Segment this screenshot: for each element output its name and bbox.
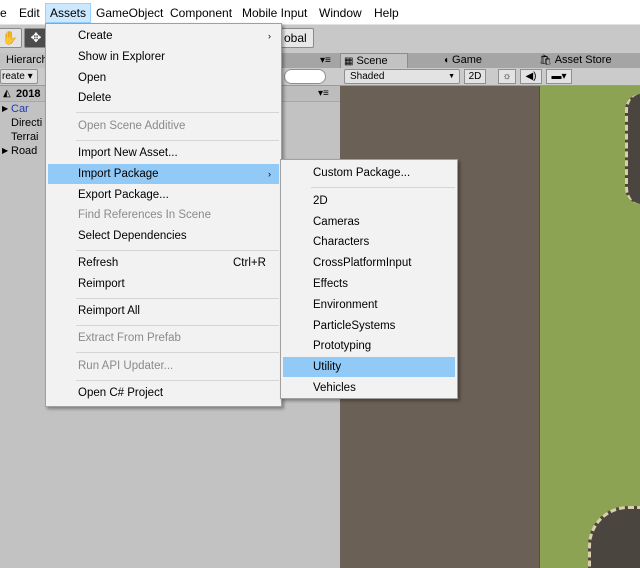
menu-item-create[interactable]: Create › xyxy=(48,26,279,46)
menu-item-open-scene-additive: Open Scene Additive xyxy=(78,120,186,132)
speaker-icon: ◀) xyxy=(525,71,537,82)
menu-separator xyxy=(76,250,279,251)
submenu-item-environment[interactable]: Environment xyxy=(283,295,455,315)
unity-scene-icon: ◭ xyxy=(3,88,11,99)
dropdown-arrow-icon: ▼ xyxy=(448,73,455,80)
menu-item-open[interactable]: Open xyxy=(48,68,279,88)
menu-item-label: Import Package xyxy=(78,168,159,180)
expand-arrow-icon[interactable]: ▶ xyxy=(2,144,8,158)
audio-toggle-button[interactable]: ◀) xyxy=(520,69,542,84)
tab-label: Scene xyxy=(356,55,388,67)
submenu-item-vehicles[interactable]: Vehicles xyxy=(283,378,455,398)
expand-arrow-icon[interactable]: ▶ xyxy=(2,102,8,116)
game-controller-icon: ◖ xyxy=(443,55,450,66)
menu-separator xyxy=(311,187,455,188)
menu-gameobject[interactable]: GameObject xyxy=(92,3,167,23)
submenu-item-2d[interactable]: 2D xyxy=(283,191,455,211)
menu-item-reimport-all[interactable]: Reimport All xyxy=(48,301,279,321)
submenu-arrow-icon: › xyxy=(268,169,271,179)
menu-help[interactable]: Help xyxy=(370,3,403,23)
scene-tabbar: ▦ Scene ◖ Game 🛍 Asset Store xyxy=(340,53,640,68)
move-icon: ✥ xyxy=(30,30,42,45)
menu-item-import-new-asset[interactable]: Import New Asset... xyxy=(48,143,279,163)
menu-item-extract-from-prefab: Extract From Prefab xyxy=(78,332,181,344)
menu-mobile-input[interactable]: Mobile Input xyxy=(238,3,311,23)
menu-item-import-package[interactable]: Import Package › xyxy=(48,164,279,184)
hierarchy-menu-icon[interactable]: ▾≡ xyxy=(320,53,331,68)
submenu-item-characters[interactable]: Characters xyxy=(283,232,455,252)
menu-item-select-dependencies[interactable]: Select Dependencies xyxy=(48,226,279,246)
hand-icon: ✋ xyxy=(1,30,19,45)
tab-scene[interactable]: ▦ Scene xyxy=(340,53,408,68)
menu-assets[interactable]: Assets xyxy=(45,3,92,23)
scene-toolbar: Shaded ▼ 2D ☼ ◀) ▬▾ xyxy=(340,68,640,86)
tab-label: Game xyxy=(452,54,483,66)
tab-asset-store[interactable]: 🛍 Asset Store xyxy=(536,53,612,68)
light-toggle-button[interactable]: ☼ xyxy=(498,69,516,84)
menu-item-open-csharp-project[interactable]: Open C# Project xyxy=(48,383,279,403)
submenu-arrow-icon: › xyxy=(268,31,271,41)
submenu-item-cameras[interactable]: Cameras xyxy=(283,212,455,232)
tab-game[interactable]: ◖ Game xyxy=(440,53,482,68)
sun-icon: ☼ xyxy=(502,71,512,82)
menu-window[interactable]: Window xyxy=(315,3,366,23)
menu-separator xyxy=(76,140,279,141)
pivot-global-toggle[interactable]: obal xyxy=(278,28,314,48)
shopping-bag-icon: 🛍 xyxy=(539,55,552,66)
2d-toggle-button[interactable]: 2D xyxy=(464,69,486,84)
scene-row-menu-icon[interactable]: ▾≡ xyxy=(318,86,329,102)
assets-menu: Create › Show in Explorer Open Delete Op… xyxy=(45,23,282,407)
hierarchy-search-input[interactable] xyxy=(284,69,326,84)
menu-item-run-api-updater: Run API Updater... xyxy=(78,360,174,372)
menu-separator xyxy=(76,352,279,353)
road-curve-top xyxy=(625,94,640,204)
submenu-item-prototyping[interactable]: Prototyping xyxy=(283,336,455,356)
hand-tool-button[interactable]: ✋ xyxy=(0,28,22,48)
hierarchy-item-label: Car xyxy=(11,103,29,115)
scene-name: 2018 xyxy=(16,88,41,100)
shading-mode-dropdown[interactable]: Shaded ▼ xyxy=(344,69,460,84)
menu-separator xyxy=(76,325,279,326)
import-package-submenu: Custom Package... 2D Cameras Characters … xyxy=(280,159,458,399)
menu-item-label: Create xyxy=(78,30,113,42)
submenu-item-custom-package[interactable]: Custom Package... xyxy=(283,163,455,183)
menu-item-show-in-explorer[interactable]: Show in Explorer xyxy=(48,47,279,67)
menu-edit[interactable]: Edit xyxy=(15,3,44,23)
hierarchy-item-label: Road xyxy=(11,145,38,157)
hierarchy-item-label: Directi xyxy=(11,117,43,129)
scene-grid-icon: ▦ xyxy=(344,56,354,67)
submenu-item-effects[interactable]: Effects xyxy=(283,274,455,294)
effects-dropdown[interactable]: ▬▾ xyxy=(546,69,572,84)
menu-separator xyxy=(76,298,279,299)
hierarchy-item-label: Terrai xyxy=(11,131,39,143)
menu-item-delete[interactable]: Delete xyxy=(48,88,279,108)
tab-label: Asset Store xyxy=(554,54,612,66)
submenu-item-crossplatforminput[interactable]: CrossPlatformInput xyxy=(283,253,455,273)
menu-item-label: Refresh xyxy=(78,257,119,269)
image-icon: ▬▾ xyxy=(551,71,567,82)
menu-item-reimport[interactable]: Reimport xyxy=(48,274,279,294)
menu-item-export-package[interactable]: Export Package... xyxy=(48,185,279,205)
menu-item-find-references-in-scene: Find References In Scene xyxy=(78,209,211,221)
create-dropdown[interactable]: reate ▾ xyxy=(0,69,38,84)
menu-file[interactable]: e xyxy=(0,3,11,23)
menu-item-refresh[interactable]: Refresh Ctrl+R xyxy=(48,253,279,273)
menu-separator xyxy=(76,112,279,113)
submenu-item-particlesystems[interactable]: ParticleSystems xyxy=(283,316,455,336)
shading-mode-label: Shaded xyxy=(350,71,385,82)
menu-bar: e Edit Assets GameObject Component Mobil… xyxy=(0,0,640,25)
menu-separator xyxy=(76,380,279,381)
shortcut-label: Ctrl+R xyxy=(233,257,266,269)
menu-component[interactable]: Component xyxy=(166,3,236,23)
submenu-item-utility[interactable]: Utility xyxy=(283,357,455,377)
